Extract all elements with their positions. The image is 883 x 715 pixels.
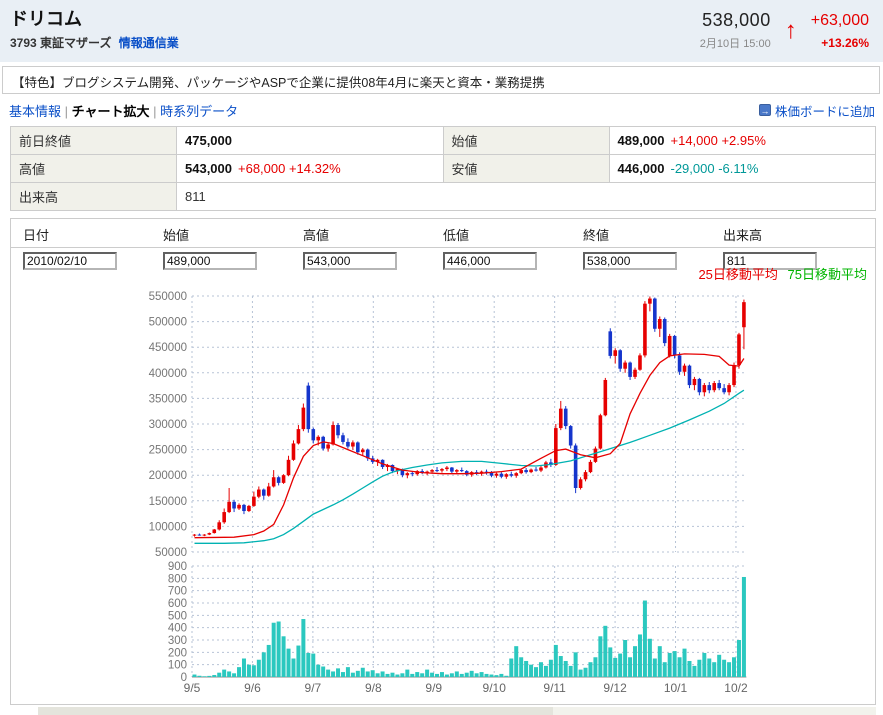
svg-text:500000: 500000 [149, 317, 187, 329]
svg-text:9/5: 9/5 [184, 681, 201, 695]
volume-label: 出来高 [11, 183, 177, 211]
price-volume-chart: 550000 500000 450000 400000 350000 300000 2500… [11, 279, 875, 704]
open-input[interactable] [163, 252, 257, 270]
nav-separator: | [65, 104, 68, 119]
stock-header: ドリコム 3793 東証マザーズ 情報通信業 538,000 2月10日 15:… [0, 0, 883, 62]
svg-text:9/12: 9/12 [603, 681, 627, 695]
prev-close-value: 475,000 [177, 127, 444, 155]
company-feature-text: 【特色】ブログシステム開発、パッケージやASPで企業に提供08年4月に楽天と資本… [2, 66, 880, 94]
svg-text:100: 100 [168, 660, 187, 672]
svg-text:800: 800 [168, 573, 187, 585]
close-field-label: 終値 [571, 225, 711, 244]
table-row: 高値 543,000+68,000 +14.32% 安値 446,000-29,… [11, 155, 876, 183]
stock-market: 東証マザーズ [40, 36, 111, 50]
open-field-label: 始値 [151, 225, 291, 244]
svg-text:10/2: 10/2 [724, 681, 748, 695]
stock-identity: ドリコム 3793 東証マザーズ 情報通信業 [10, 8, 179, 51]
current-price: 538,000 [700, 10, 771, 31]
low-label: 安値 [443, 155, 609, 183]
svg-text:9/6: 9/6 [244, 681, 261, 695]
stock-code: 3793 [10, 36, 37, 50]
next-section-edge [38, 707, 876, 715]
quote-datetime: 2月10日 15:00 [700, 35, 771, 51]
svg-text:9/7: 9/7 [305, 681, 322, 695]
nav-time-series-link[interactable]: 時系列データ [160, 104, 238, 119]
quote-summary-table: 前日終値 475,000 始値 489,000+14,000 +2.95% 高値… [10, 126, 876, 211]
volume-field-label: 出来高 [711, 225, 851, 244]
add-board-icon: → [759, 104, 771, 116]
add-to-price-board-link[interactable]: 株価ボードに追加 [775, 101, 875, 120]
svg-text:150000: 150000 [149, 496, 187, 508]
svg-text:700: 700 [168, 586, 187, 598]
price-change: +63,000 [811, 12, 869, 30]
svg-text:350000: 350000 [149, 393, 187, 405]
svg-text:9/10: 9/10 [483, 681, 507, 695]
svg-text:300000: 300000 [149, 419, 187, 431]
low-input[interactable] [443, 252, 537, 270]
low-change: -29,000 -6.11% [671, 161, 759, 176]
price-change-percent: +13.26% [811, 36, 869, 50]
svg-text:900: 900 [168, 561, 187, 573]
low-value: 446,000-29,000 -6.11% [609, 155, 876, 183]
svg-text:600: 600 [168, 598, 187, 610]
svg-text:10/1: 10/1 [664, 681, 688, 695]
prev-close-label: 前日終値 [11, 127, 177, 155]
svg-text:9/11: 9/11 [543, 681, 566, 695]
svg-text:400000: 400000 [149, 368, 187, 380]
svg-text:500: 500 [168, 610, 187, 622]
industry-link[interactable]: 情報通信業 [119, 36, 179, 50]
nav-chart-zoom-current: チャート拡大 [72, 104, 150, 119]
high-change: +68,000 +14.32% [238, 161, 341, 176]
svg-text:9/8: 9/8 [365, 681, 382, 695]
nav-separator: | [153, 104, 156, 119]
open-label: 始値 [443, 127, 609, 155]
svg-text:200000: 200000 [149, 470, 187, 482]
high-value: 543,000+68,000 +14.32% [177, 155, 444, 183]
open-value: 489,000+14,000 +2.95% [609, 127, 876, 155]
svg-text:9/9: 9/9 [425, 681, 442, 695]
volume-value: 811 [177, 183, 876, 211]
ohlc-form-labels: 日付 始値 高値 低値 終値 出来高 [11, 219, 875, 248]
date-field-label: 日付 [11, 225, 151, 244]
chart-module: 日付 始値 高値 低値 終値 出来高 25日移動平均 75日移動平均 55000… [10, 218, 876, 705]
svg-text:550000: 550000 [149, 291, 187, 303]
price-up-arrow-icon: ↑ [785, 19, 797, 43]
svg-text:50000: 50000 [155, 547, 187, 559]
nav-basic-info-link[interactable]: 基本情報 [9, 104, 61, 119]
svg-text:200: 200 [168, 647, 187, 659]
date-input[interactable] [23, 252, 117, 270]
svg-text:300: 300 [168, 635, 187, 647]
svg-text:400: 400 [168, 623, 187, 635]
open-change: +14,000 +2.95% [671, 133, 766, 148]
table-row: 出来高 811 [11, 183, 876, 211]
svg-text:450000: 450000 [149, 342, 187, 354]
high-input[interactable] [303, 252, 397, 270]
table-row: 前日終値 475,000 始値 489,000+14,000 +2.95% [11, 127, 876, 155]
stock-name: ドリコム [10, 8, 179, 30]
high-label: 高値 [11, 155, 177, 183]
svg-text:100000: 100000 [149, 521, 187, 533]
svg-text:250000: 250000 [149, 445, 187, 457]
high-field-label: 高値 [291, 225, 431, 244]
stock-nav: 基本情報 | チャート拡大 | 時系列データ → 株価ボードに追加 [0, 94, 883, 125]
close-input[interactable] [583, 252, 677, 270]
low-field-label: 低値 [431, 225, 571, 244]
